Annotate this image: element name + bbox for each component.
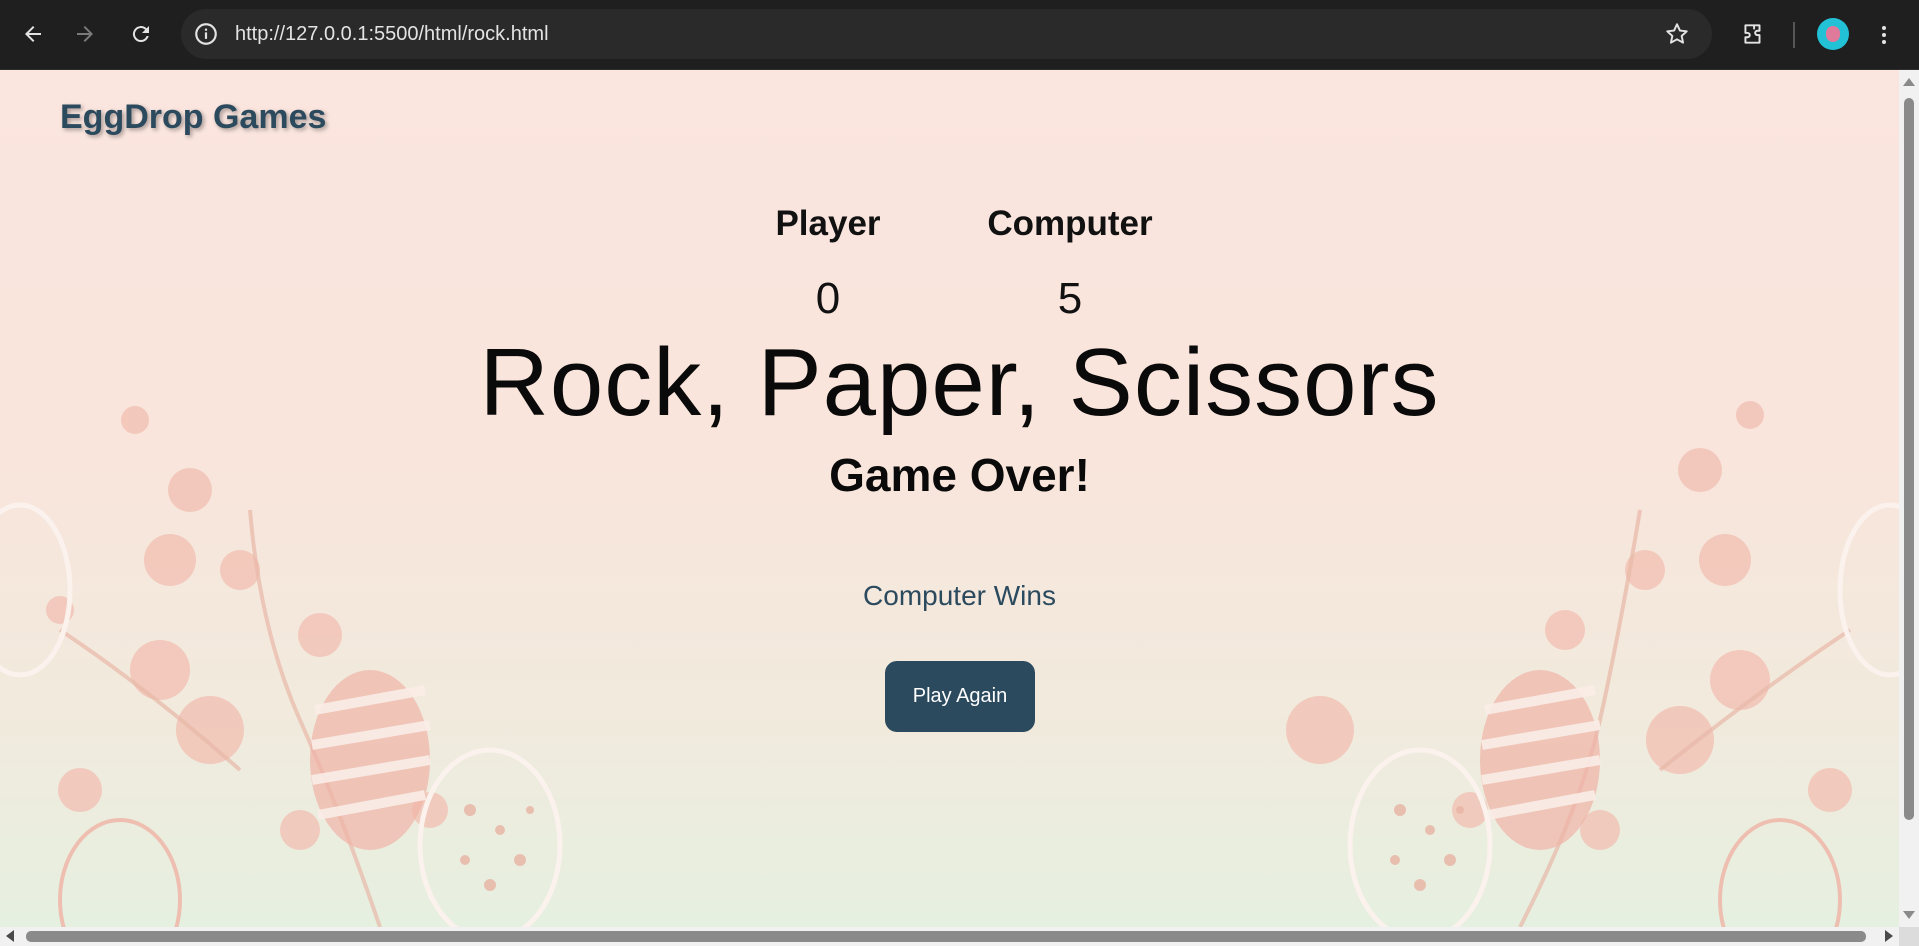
reload-button[interactable] (120, 13, 162, 55)
scroll-right-arrow-icon[interactable] (1885, 930, 1893, 942)
vertical-scroll-thumb[interactable] (1904, 98, 1914, 820)
avatar-image (1826, 26, 1840, 42)
horizontal-scroll-thumb[interactable] (26, 931, 1866, 942)
game-status: Game Over! (829, 449, 1090, 501)
scroll-up-arrow-icon[interactable] (1903, 78, 1915, 86)
game-result: Computer Wins (863, 580, 1056, 611)
site-brand[interactable]: EggDrop Games (60, 98, 326, 137)
horizontal-scrollbar[interactable] (0, 927, 1899, 946)
reload-icon (132, 26, 149, 43)
play-again-button[interactable]: Play Again (885, 661, 1035, 732)
info-icon[interactable] (193, 21, 219, 47)
scrollbar-corner (1899, 927, 1919, 946)
address-bar[interactable]: http://127.0.0.1:5500/html/rock.html (181, 9, 1712, 59)
url-text[interactable]: http://127.0.0.1:5500/html/rock.html (235, 9, 549, 59)
browser-menu-button[interactable] (1868, 18, 1900, 52)
scroll-down-arrow-icon[interactable] (1903, 911, 1915, 919)
computer-score: 5 (1057, 274, 1083, 323)
forward-arrow-icon (77, 26, 93, 42)
computer-label: Computer (987, 204, 1153, 243)
back-arrow-icon (25, 26, 41, 42)
forward-button[interactable] (64, 13, 106, 55)
toolbar-divider (1793, 22, 1795, 48)
profile-avatar[interactable] (1817, 18, 1849, 50)
player-label: Player (775, 204, 881, 243)
back-button[interactable] (12, 13, 54, 55)
game-title: Rock, Paper, Scissors (479, 329, 1440, 436)
extensions-button[interactable] (1734, 15, 1772, 53)
vertical-scrollbar[interactable] (1899, 70, 1919, 927)
scroll-left-arrow-icon[interactable] (6, 930, 14, 942)
star-icon[interactable] (1664, 21, 1690, 47)
computer-score-column: Computer 5 (975, 204, 1165, 324)
player-score: 0 (815, 274, 841, 323)
extensions-icon (1744, 24, 1761, 44)
player-score-column: Player 0 (758, 204, 898, 324)
browser-toolbar: http://127.0.0.1:5500/html/rock.html (0, 0, 1919, 70)
kebab-menu-icon (1882, 26, 1886, 44)
